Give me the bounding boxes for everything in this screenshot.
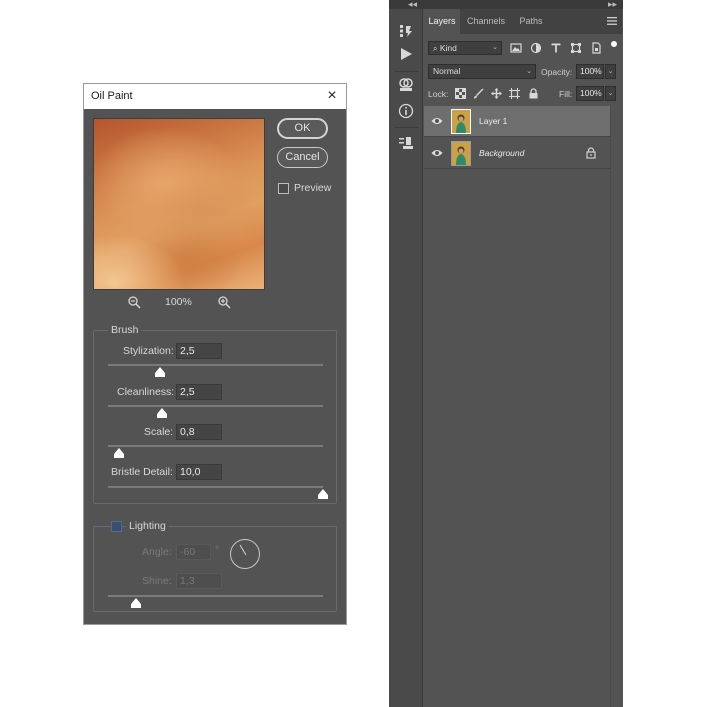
lock-all-icon[interactable] — [528, 88, 539, 99]
dialog-title: Oil Paint — [91, 90, 133, 102]
fill-field[interactable]: 100% — [576, 86, 604, 101]
stylization-field[interactable]: 2,5 — [176, 343, 222, 359]
shine-slider-thumb[interactable] — [130, 598, 141, 608]
cancel-button[interactable]: Cancel — [277, 147, 328, 168]
cleanliness-field[interactable]: 2,5 — [176, 384, 222, 400]
info-icon[interactable] — [398, 103, 414, 119]
lighting-checkbox[interactable] — [111, 521, 122, 532]
actions-play-icon[interactable] — [398, 46, 414, 62]
tab-paths[interactable]: Paths — [514, 9, 548, 34]
panel-tabbar: Layers Channels Paths — [424, 9, 622, 34]
zoom-out-icon[interactable] — [127, 295, 141, 309]
pixel-layer-filter-icon[interactable] — [510, 42, 522, 54]
shine-field[interactable]: 1,3 — [176, 573, 222, 589]
cleanliness-slider-track[interactable] — [108, 405, 323, 407]
filter-kind-value: Kind — [439, 43, 457, 53]
scale-slider-thumb[interactable] — [113, 448, 124, 458]
cleanliness-slider-thumb[interactable] — [156, 408, 167, 418]
cleanliness-label: Cleanliness: — [117, 386, 175, 398]
angle-label: Angle: — [142, 546, 172, 558]
zoom-in-icon[interactable] — [217, 295, 231, 309]
layers-panel: Layers Channels Paths ⌕ Kind ⌄ Normal ⌄ … — [424, 9, 622, 707]
preview-checkbox[interactable] — [278, 183, 289, 194]
tool-separator — [394, 127, 418, 128]
layer-thumbnail — [451, 109, 471, 134]
lighting-group — [93, 526, 337, 612]
search-icon: ⌕ — [433, 44, 438, 53]
lock-icon — [586, 147, 596, 159]
layer-name[interactable]: Background — [479, 148, 524, 158]
shape-layer-filter-icon[interactable] — [570, 42, 582, 54]
bristle-detail-field[interactable]: 10,0 — [176, 464, 222, 480]
preview-image[interactable] — [93, 118, 265, 290]
fill-dropdown[interactable]: ⌄ — [605, 86, 616, 101]
stylization-label: Stylization: — [123, 345, 174, 357]
blend-mode-value: Normal — [433, 66, 461, 76]
ok-button[interactable]: OK — [277, 118, 328, 139]
close-icon[interactable]: × — [323, 86, 341, 106]
tab-channels[interactable]: Channels — [464, 9, 508, 34]
panel-icon-strip — [389, 9, 423, 707]
angle-field[interactable]: -60 — [176, 544, 211, 560]
oil-paint-dialog: Oil Paint × OK Cancel Preview 100% Brush… — [83, 83, 347, 625]
bristle-detail-slider-thumb[interactable] — [318, 489, 328, 499]
panel-menu-icon[interactable] — [607, 16, 617, 26]
angle-dial[interactable] — [230, 539, 260, 569]
lighting-group-label: Lighting — [126, 520, 169, 532]
lock-position-icon[interactable] — [491, 88, 502, 99]
fill-label: Fill: — [559, 89, 573, 99]
scale-label: Scale: — [144, 426, 174, 438]
layer-row-layer-1[interactable]: Layer 1 — [424, 106, 610, 137]
opacity-dropdown[interactable]: ⌄ — [605, 64, 616, 79]
preview-label: Preview — [294, 182, 332, 194]
tool-separator — [394, 71, 418, 72]
bristle-detail-slider-track[interactable] — [108, 486, 323, 488]
brush-group-label: Brush — [108, 324, 142, 336]
eye-visibility-icon[interactable] — [431, 148, 443, 158]
history-icon[interactable] — [398, 23, 414, 39]
color-settings-icon[interactable] — [398, 77, 414, 93]
type-layer-filter-icon[interactable] — [550, 42, 562, 54]
shine-label: Shine: — [142, 575, 172, 587]
panel-top-strip — [389, 0, 623, 9]
bristle-detail-label: Bristle Detail: — [111, 466, 173, 478]
chevron-down-icon: ⌄ — [492, 44, 498, 51]
scale-field[interactable]: 0,8 — [176, 424, 222, 440]
zoom-level: 100% — [165, 296, 192, 308]
filter-kind-dropdown[interactable]: ⌕ Kind ⌄ — [428, 41, 502, 55]
scale-slider-track[interactable] — [108, 445, 323, 447]
shine-slider-track[interactable] — [108, 595, 323, 597]
eye-visibility-icon[interactable] — [431, 116, 443, 126]
layer-row-background[interactable]: Background — [424, 138, 610, 169]
opacity-label: Opacity: — [541, 67, 573, 77]
filter-toggle[interactable] — [611, 41, 617, 47]
opacity-field[interactable]: 100% — [576, 64, 604, 79]
adjustment-layer-filter-icon[interactable] — [530, 42, 542, 54]
layers-scrollbar[interactable] — [610, 106, 622, 707]
lock-transparent-pixels-icon[interactable] — [455, 88, 466, 99]
layer-thumbnail — [451, 141, 471, 166]
stylization-slider-thumb[interactable] — [154, 367, 165, 377]
smart-object-filter-icon[interactable] — [590, 42, 602, 54]
angle-unit: ° — [215, 544, 220, 556]
lock-label: Lock: — [428, 89, 449, 99]
tab-layers[interactable]: Layers — [424, 9, 460, 34]
stylization-slider-track[interactable] — [108, 364, 323, 366]
chevron-down-icon: ⌄ — [526, 68, 532, 75]
lock-image-pixels-icon[interactable] — [473, 88, 484, 99]
properties-icon[interactable] — [398, 135, 414, 151]
blend-mode-dropdown[interactable]: Normal ⌄ — [428, 64, 536, 79]
artboard-lock-icon[interactable] — [509, 88, 520, 99]
layer-name[interactable]: Layer 1 — [479, 116, 507, 126]
dialog-titlebar: Oil Paint × — [84, 84, 346, 109]
